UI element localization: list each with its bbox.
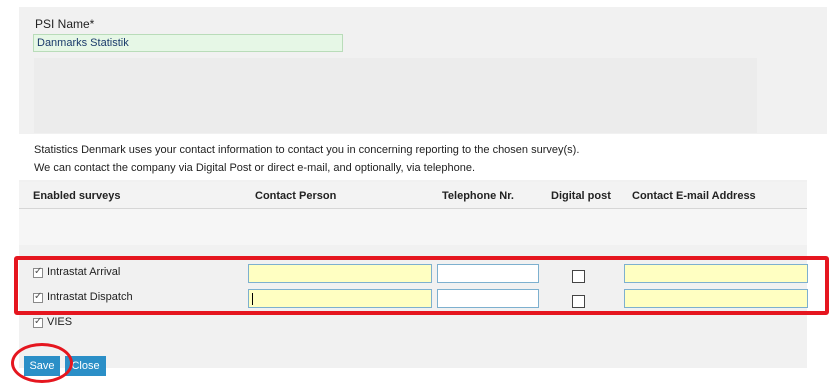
highlight-circle — [11, 343, 73, 383]
header-enabled-surveys: Enabled surveys — [33, 190, 121, 202]
info-text-line-2: We can contact the company via Digital P… — [34, 162, 476, 174]
psi-name-field[interactable]: Danmarks Statistik — [33, 34, 343, 52]
header-telephone: Telephone Nr. — [442, 190, 514, 202]
header-contact-email: Contact E-mail Address — [632, 190, 756, 202]
header-contact-person: Contact Person — [255, 190, 337, 202]
info-text-line-1: Statistics Denmark uses your contact inf… — [34, 144, 580, 156]
vies-label: VIES — [47, 316, 73, 328]
psi-details-box — [34, 58, 757, 133]
psi-name-label: PSI Name* — [35, 17, 95, 31]
table-spacer-row — [19, 209, 807, 245]
header-digital-post: Digital post — [551, 190, 611, 202]
vies-checkbox[interactable] — [33, 316, 43, 328]
highlight-rectangle — [14, 256, 829, 315]
